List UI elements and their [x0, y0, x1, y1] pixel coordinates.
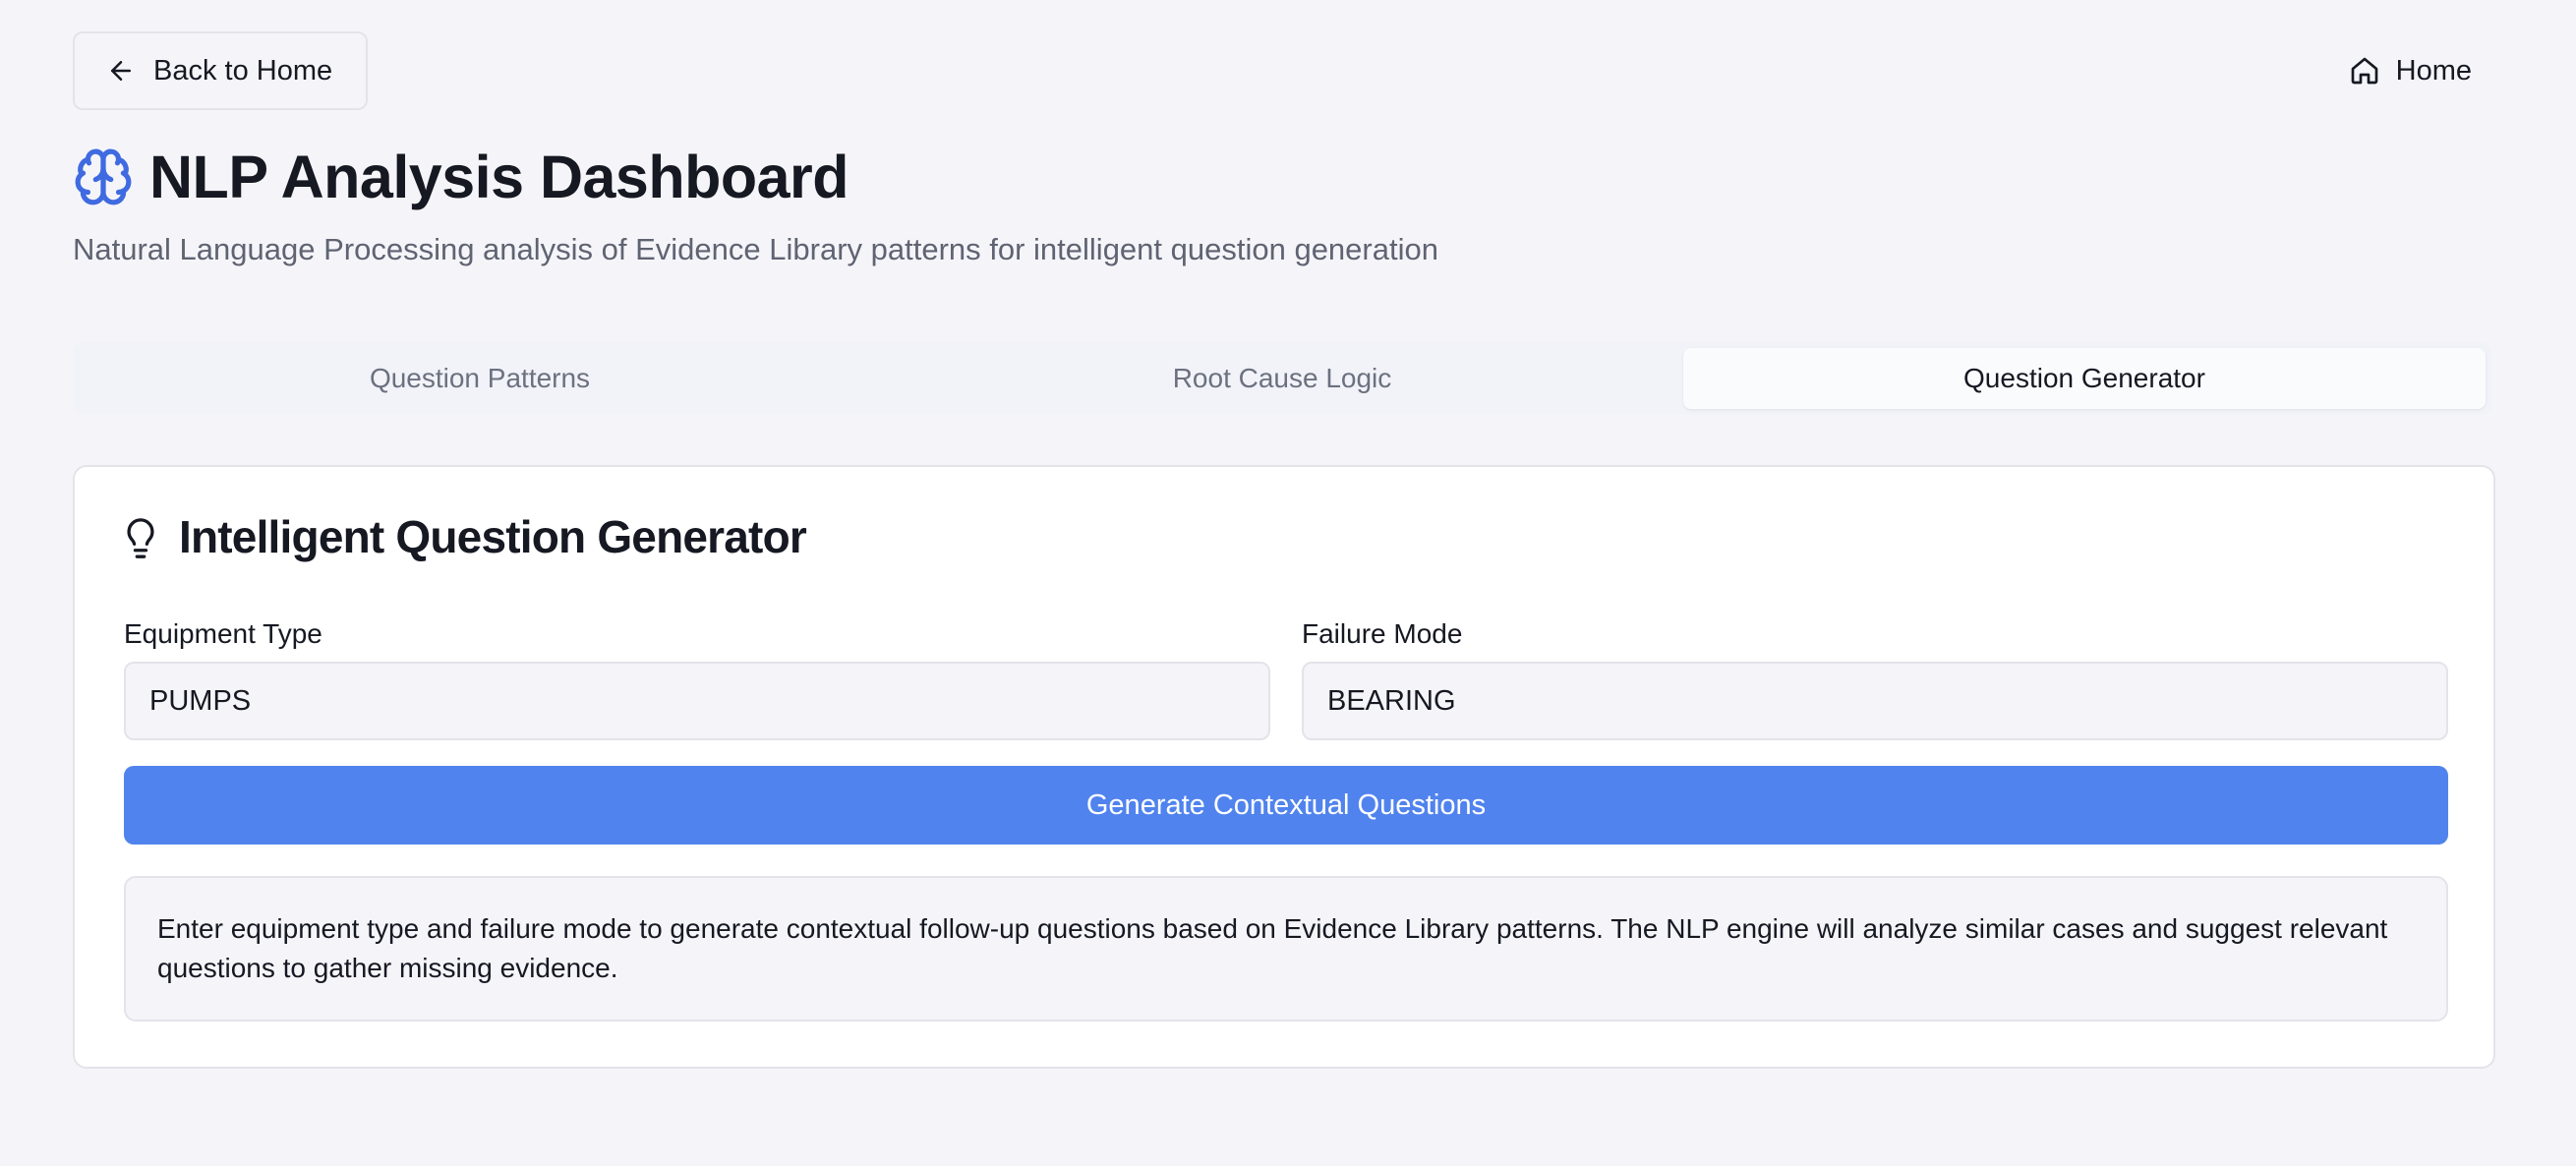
page-header: NLP Analysis Dashboard [73, 143, 849, 211]
equipment-type-field: Equipment Type [124, 616, 1270, 740]
tab-question-patterns[interactable]: Question Patterns [79, 348, 881, 409]
page: Back to Home Home NLP Analysis Dashboard [0, 0, 2576, 1166]
equipment-type-input[interactable] [124, 662, 1270, 740]
tab-root-cause-logic[interactable]: Root Cause Logic [881, 348, 1683, 409]
generate-questions-button[interactable]: Generate Contextual Questions [124, 766, 2448, 845]
failure-mode-input[interactable] [1302, 662, 2448, 740]
page-title: NLP Analysis Dashboard [149, 144, 849, 210]
card-header: Intelligent Question Generator [124, 510, 807, 563]
question-generator-card: Intelligent Question Generator Equipment… [73, 465, 2495, 1069]
card-title: Intelligent Question Generator [179, 511, 807, 562]
failure-mode-field: Failure Mode [1302, 616, 2448, 740]
back-to-home-button[interactable]: Back to Home [73, 31, 368, 110]
page-subtitle: Natural Language Processing analysis of … [73, 232, 1438, 266]
home-icon [2349, 55, 2380, 87]
info-message: Enter equipment type and failure mode to… [124, 876, 2448, 1021]
tab-bar: Question Patterns Root Cause Logic Quest… [73, 342, 2491, 415]
tab-question-generator[interactable]: Question Generator [1683, 348, 2486, 409]
back-to-home-label: Back to Home [153, 54, 333, 87]
arrow-left-icon [106, 56, 136, 86]
brain-icon [73, 146, 134, 207]
lightbulb-icon [124, 515, 157, 558]
home-label: Home [2395, 54, 2472, 87]
failure-mode-label: Failure Mode [1302, 618, 1463, 649]
equipment-type-label: Equipment Type [124, 618, 322, 649]
home-button[interactable]: Home [2349, 35, 2472, 106]
